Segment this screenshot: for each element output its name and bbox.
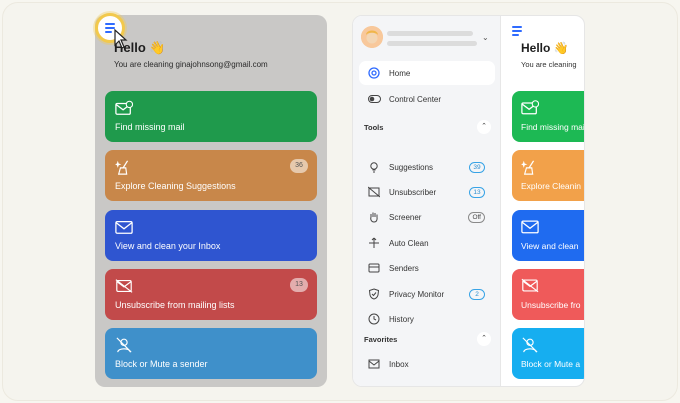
sidebar-item-unsubscriber[interactable]: Unsubscriber 13 bbox=[359, 180, 495, 204]
avatar[interactable] bbox=[361, 26, 383, 48]
sidebar-item-label: History bbox=[389, 314, 414, 324]
mail-question-icon bbox=[115, 100, 134, 115]
user-block-icon bbox=[116, 337, 132, 353]
account-name-placeholder bbox=[387, 31, 473, 36]
card-label: View and clean bbox=[521, 241, 579, 251]
card-unsubscribe[interactable]: Unsubscribe fro bbox=[512, 269, 584, 320]
sidebar-item-label: Inbox bbox=[389, 359, 409, 369]
inbox-icon bbox=[367, 357, 381, 371]
shield-icon bbox=[367, 287, 381, 301]
chevron-down-icon[interactable]: ⌄ bbox=[482, 33, 489, 42]
card-badge: 36 bbox=[290, 159, 308, 173]
count-badge: 13 bbox=[469, 186, 485, 198]
senders-icon bbox=[367, 261, 381, 275]
auto-clean-icon bbox=[367, 236, 381, 250]
sidebar-item-label: Unsubscriber bbox=[389, 187, 437, 197]
broom-sparkle-icon bbox=[521, 160, 535, 175]
card-label: Unsubscribe from mailing lists bbox=[115, 300, 235, 310]
bulb-icon bbox=[367, 160, 381, 174]
sidebar-item-suggestions[interactable]: Suggestions 39 bbox=[359, 155, 495, 179]
envelope-icon bbox=[521, 220, 539, 234]
main-panel: Hello 👋 You are cleaning Find missing ma… bbox=[502, 16, 585, 386]
mail-off-icon bbox=[115, 279, 133, 293]
envelope-icon bbox=[115, 220, 133, 234]
card-block-sender[interactable]: Block or Mute a sender bbox=[105, 328, 317, 379]
clock-icon bbox=[367, 312, 381, 326]
mail-off-icon bbox=[521, 278, 539, 293]
card-view-inbox[interactable]: View and clean your Inbox bbox=[105, 210, 317, 261]
left-subtitle: You are cleaning ginajohnsong@gmail.com bbox=[114, 60, 268, 69]
sidebar-item-history[interactable]: History bbox=[359, 307, 495, 331]
right-subtitle: You are cleaning bbox=[521, 60, 577, 69]
sidebar-item-home[interactable]: Home bbox=[359, 61, 495, 85]
sidebar-item-control-center[interactable]: Control Center bbox=[359, 87, 495, 111]
sidebar-item-auto-clean[interactable]: Auto Clean bbox=[359, 231, 495, 255]
sidebar-item-label: Auto Clean bbox=[389, 238, 429, 248]
card-label: Block or Mute a bbox=[521, 359, 581, 369]
card-unsubscribe[interactable]: 13 Unsubscribe from mailing lists bbox=[105, 269, 317, 320]
card-label: View and clean your Inbox bbox=[115, 241, 221, 251]
sidebar-item-inbox[interactable]: Inbox bbox=[359, 352, 495, 376]
card-label: Find missing mail bbox=[521, 122, 585, 132]
favorites-section-header: Favorites bbox=[364, 335, 398, 344]
account-email-placeholder bbox=[387, 41, 477, 46]
card-label: Explore Cleaning Suggestions bbox=[115, 181, 236, 191]
sidebar-item-label: Home bbox=[389, 68, 411, 78]
at-icon bbox=[367, 66, 381, 80]
sidebar-item-label: Privacy Monitor bbox=[389, 289, 445, 299]
card-find-missing-mail[interactable]: Find missing mail bbox=[105, 91, 317, 142]
sidebar-item-screener[interactable]: Screener Off bbox=[359, 205, 495, 229]
right-greeting: Hello 👋 bbox=[521, 41, 569, 55]
card-block-sender[interactable]: Block or Mute a bbox=[512, 328, 584, 379]
status-badge: Off bbox=[468, 211, 485, 223]
card-badge: 13 bbox=[290, 278, 308, 292]
cursor-icon bbox=[114, 29, 128, 49]
sidebar-item-label: Control Center bbox=[389, 94, 442, 104]
mail-off-icon bbox=[367, 185, 381, 199]
sidebar-item-senders[interactable]: Senders bbox=[359, 256, 495, 280]
user-block-icon bbox=[522, 337, 538, 353]
sidebar-item-privacy-monitor[interactable]: Privacy Monitor 2 bbox=[359, 282, 495, 306]
count-badge: 39 bbox=[469, 161, 485, 173]
sidebar-item-label: Screener bbox=[389, 212, 422, 222]
card-label: Block or Mute a sender bbox=[115, 359, 208, 369]
card-find-missing-mail[interactable]: Find missing mail bbox=[512, 91, 585, 142]
chevron-up-icon[interactable]: ⌃ bbox=[477, 120, 491, 134]
chevron-up-icon[interactable]: ⌃ bbox=[477, 332, 491, 346]
sidebar-item-label: Suggestions bbox=[389, 162, 434, 172]
sidebar-item-label: Senders bbox=[389, 263, 419, 273]
broom-sparkle-icon bbox=[115, 160, 129, 175]
card-label: Find missing mail bbox=[115, 122, 185, 132]
count-badge: 2 bbox=[469, 288, 485, 300]
hand-icon bbox=[367, 210, 381, 224]
right-screen: ⌄ Home Control Center Tools ⌃ Suggestion… bbox=[352, 15, 585, 387]
card-label: Unsubscribe fro bbox=[521, 300, 581, 310]
toggle-icon bbox=[367, 92, 381, 106]
card-view-inbox[interactable]: View and clean bbox=[512, 210, 584, 261]
tools-section-header: Tools bbox=[364, 123, 384, 132]
hamburger-icon[interactable] bbox=[512, 24, 522, 38]
sidebar: ⌄ Home Control Center Tools ⌃ Suggestion… bbox=[353, 16, 501, 386]
card-label: Explore Cleanin bbox=[521, 181, 582, 191]
card-explore-suggestions[interactable]: 36 Explore Cleaning Suggestions bbox=[105, 150, 317, 201]
mail-question-icon bbox=[521, 100, 540, 115]
card-explore-suggestions[interactable]: Explore Cleanin bbox=[512, 150, 584, 201]
